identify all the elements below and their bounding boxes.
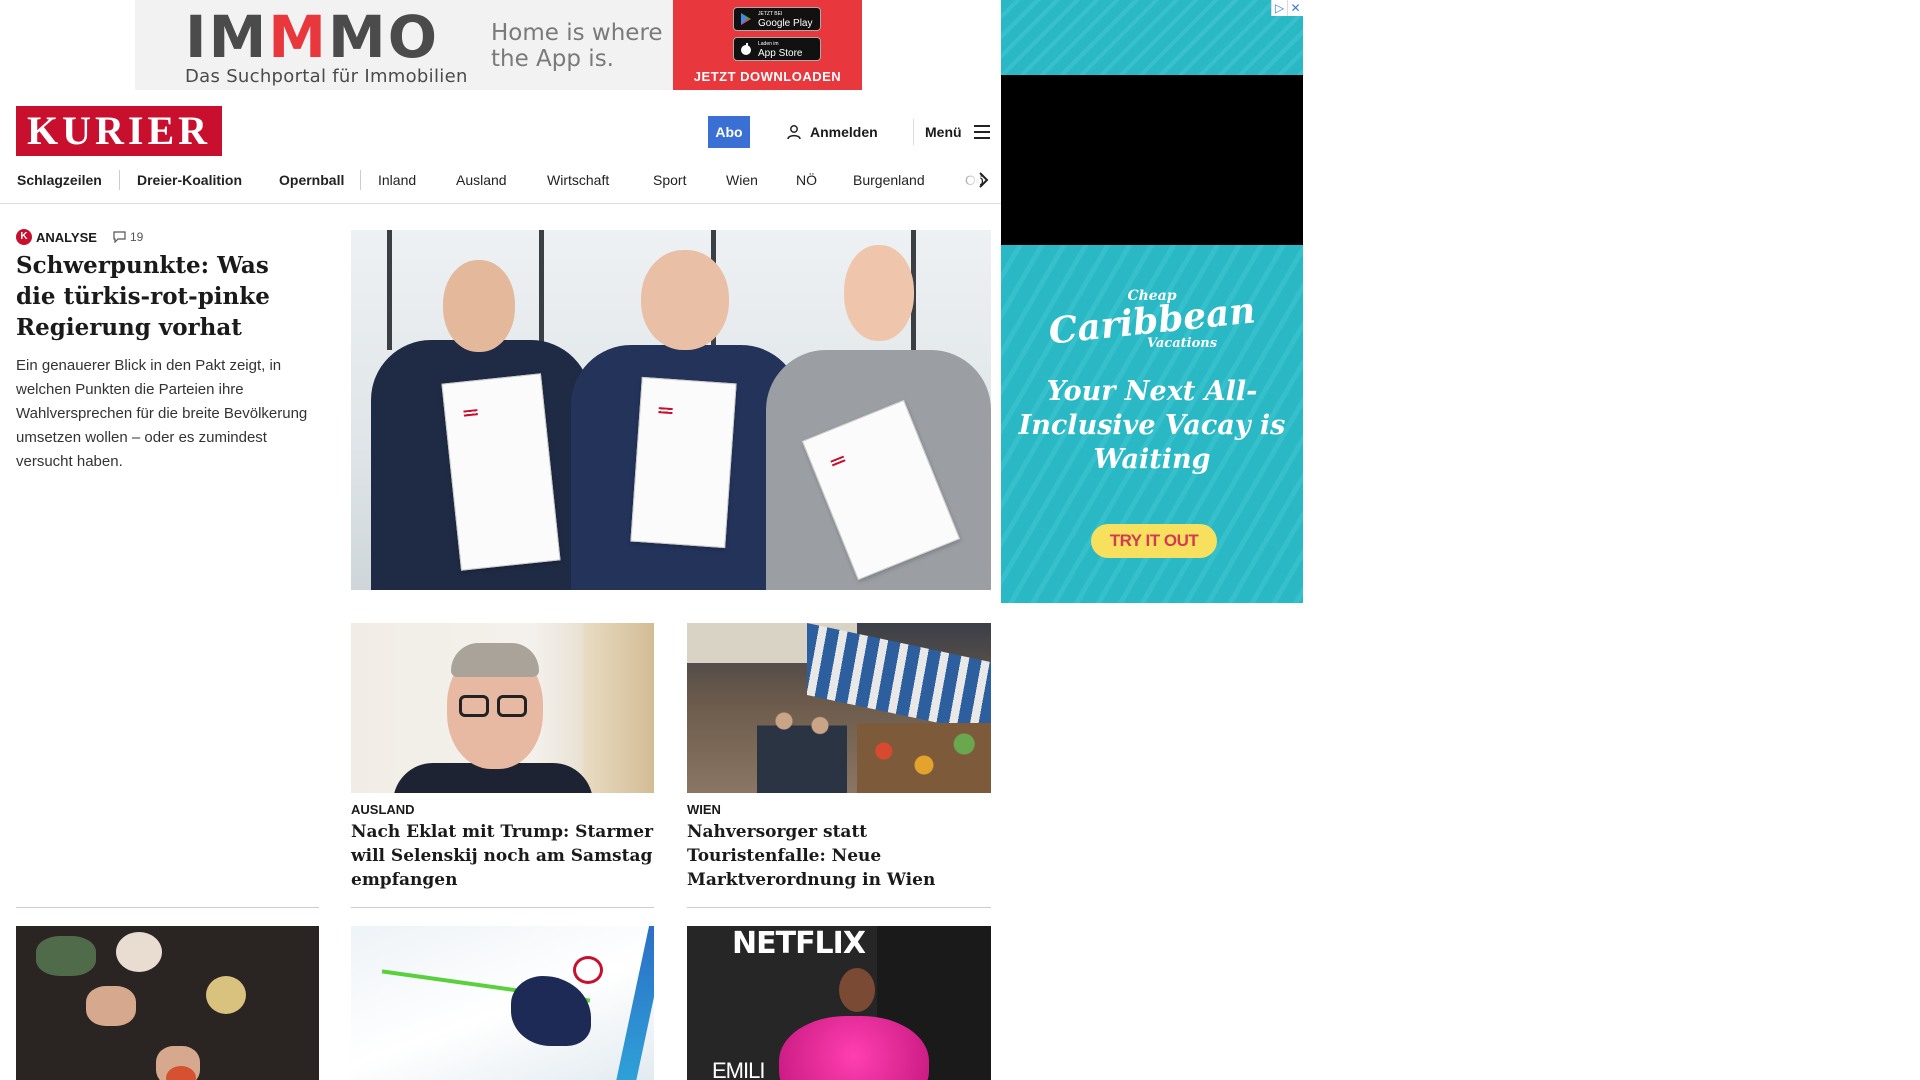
lead-kicker: ANALYSE	[36, 229, 97, 245]
lead-image[interactable]	[351, 230, 991, 590]
nav-item-ausland[interactable]: Ausland	[456, 164, 507, 204]
site-header: KURIER Abo Anmelden Menü	[0, 105, 1001, 157]
knitting-image[interactable]	[16, 926, 319, 1080]
person-right	[766, 245, 991, 590]
nav-item-burgenland[interactable]: Burgenland	[853, 164, 925, 204]
kurier-k-icon: K	[16, 229, 32, 245]
nav-item-wirtschaft[interactable]: Wirtschaft	[547, 164, 609, 204]
skier	[511, 976, 591, 1046]
close-ad-icon[interactable]: ✕	[1287, 0, 1303, 16]
immmo-logo: IMMMO	[185, 3, 440, 71]
card-headline[interactable]: Nahversorger statt Touristenfalle: Neue …	[687, 820, 991, 892]
chevron-right-icon[interactable]	[976, 170, 990, 190]
helmet	[573, 956, 603, 984]
shoppers	[757, 703, 847, 793]
login-button[interactable]: Anmelden	[786, 116, 878, 148]
glasses	[497, 695, 527, 717]
divider	[351, 907, 654, 908]
ad-headline: Your Next All-Inclusive Vacay is Waiting	[1018, 376, 1286, 475]
netflix-event-image[interactable]: NETFLIX EMILI	[687, 926, 991, 1080]
market-image[interactable]	[687, 623, 991, 793]
download-button[interactable]: JETZT DOWNLOADEN	[673, 69, 862, 84]
card-headline[interactable]: Nach Eklat mit Trump: Starmer will Selen…	[351, 820, 654, 892]
immmo-cta-panel[interactable]: JETZT BEI Google Play Laden im App Store J…	[673, 0, 862, 90]
ad-choices[interactable]: ▷ ✕	[1271, 0, 1303, 16]
nav-item-sport[interactable]: Sport	[653, 164, 686, 204]
immmo-brand: IMMMO Das Suchportal für Immobilien	[135, 0, 475, 90]
app-store-label: App Store	[758, 48, 803, 59]
race-gate	[612, 926, 654, 1080]
backdrop-sign: EMILI	[712, 1058, 765, 1080]
fruit-stall	[857, 723, 991, 793]
kurier-logo[interactable]: KURIER	[16, 106, 222, 156]
menu-label: Menü	[925, 124, 962, 140]
yarn-ball	[116, 932, 162, 972]
adchoices-icon[interactable]: ▷	[1271, 0, 1287, 16]
card-kicker: AUSLAND	[351, 802, 415, 817]
category-nav: Schlagzeilen Dreier-Koalition Opernball …	[0, 164, 1001, 204]
glasses	[459, 695, 489, 717]
nav-item-dreier-koalition[interactable]: Dreier-Koalition	[137, 164, 242, 204]
person-head	[844, 245, 914, 341]
app-store-badge[interactable]: Laden im App Store	[733, 37, 821, 61]
coalition-folder	[630, 376, 737, 549]
nav-item-wien[interactable]: Wien	[726, 164, 758, 204]
nav-item-schlagzeilen[interactable]: Schlagzeilen	[17, 164, 102, 204]
try-it-out-button[interactable]: TRY IT OUT	[1091, 524, 1217, 558]
starmer-image[interactable]	[351, 623, 654, 793]
person-head	[443, 260, 515, 352]
nav-separator	[119, 170, 120, 190]
hair	[451, 643, 539, 677]
caribbean-logo: Cheap Caribbean Vacations	[1001, 288, 1303, 353]
ski-image[interactable]	[351, 926, 654, 1080]
netflix-logo: NETFLIX	[732, 926, 866, 961]
menu-button[interactable]: Menü	[925, 116, 990, 148]
caribbean-side-ad[interactable]: ▷ ✕ Cheap Caribbean Vacations Your Next …	[1001, 0, 1303, 603]
header-divider	[913, 119, 914, 145]
abo-button[interactable]: Abo	[708, 116, 750, 148]
hamburger-icon	[973, 125, 990, 139]
user-icon	[787, 125, 801, 140]
card-kicker: WIEN	[687, 802, 721, 817]
nav-item-noe[interactable]: NÖ	[796, 164, 817, 204]
lead-headline[interactable]: Schwerpunkte: Was die türkis-rot-pinke R…	[16, 250, 316, 343]
divider	[16, 907, 319, 908]
lead-teaser[interactable]: Ein genauerer Blick in den Pakt zeigt, i…	[16, 354, 316, 474]
nav-separator	[360, 170, 361, 190]
sleeve	[36, 936, 96, 976]
person-left	[371, 260, 591, 590]
bg-door	[583, 623, 654, 793]
coalition-folder	[441, 373, 561, 571]
nav-item-inland[interactable]: Inland	[378, 164, 416, 204]
palm-pattern	[1001, 0, 1303, 75]
apple-icon	[741, 43, 751, 55]
nav-item-opernball[interactable]: Opernball	[279, 164, 344, 204]
divider	[687, 907, 991, 908]
google-play-badge[interactable]: JETZT BEI Google Play	[733, 7, 821, 31]
hand	[86, 986, 136, 1026]
immmo-subtitle: Das Suchportal für Immobilien	[185, 66, 468, 87]
comment-count[interactable]: 19	[130, 230, 143, 244]
comment-icon[interactable]	[113, 231, 126, 243]
login-label: Anmelden	[810, 124, 878, 140]
person-head	[839, 968, 875, 1012]
lead-meta: K ANALYSE 19	[16, 229, 143, 245]
person-head	[641, 250, 729, 350]
immmo-tagline: Home is where the App is.	[491, 20, 663, 72]
google-play-icon	[741, 13, 751, 25]
google-play-label: Google Play	[758, 18, 813, 29]
immmo-banner-ad[interactable]: IMMMO Das Suchportal für Immobilien Home…	[135, 0, 862, 90]
yarn-ball	[206, 976, 246, 1014]
ad-video-player[interactable]	[1001, 75, 1303, 245]
